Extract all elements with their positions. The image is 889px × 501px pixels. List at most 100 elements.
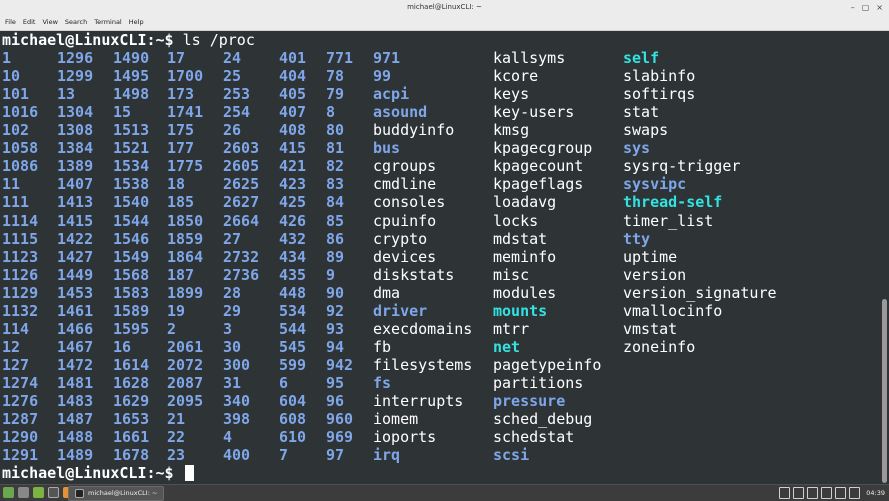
menu-edit[interactable]: Edit — [23, 18, 36, 26]
proc-entry-11: 11 — [2, 175, 21, 194]
proc-entry-89: 89 — [326, 247, 345, 266]
proc-entry-1488: 1488 — [57, 428, 94, 447]
proc-entry-254: 254 — [223, 103, 251, 122]
taskbar-launchers — [3, 487, 74, 498]
shield-icon[interactable] — [807, 487, 819, 499]
menu-icon[interactable] — [3, 487, 14, 498]
menu-help[interactable]: Help — [129, 18, 144, 26]
proc-entry-sys: sys — [623, 139, 651, 158]
proc-entry-1291: 1291 — [2, 446, 39, 465]
taskbar-terminal-task[interactable]: michael@LinuxCLI: ~ — [68, 486, 165, 501]
proc-entry-zoneinfo: zoneinfo — [623, 337, 696, 356]
proc-entry-415: 415 — [279, 139, 307, 158]
battery-icon[interactable] — [849, 487, 861, 499]
proc-entry-1583: 1583 — [113, 283, 150, 302]
proc-entry-1775: 1775 — [167, 157, 204, 176]
clock[interactable]: 04:39 — [866, 489, 885, 497]
proc-entry-1629: 1629 — [113, 392, 150, 410]
proc-entry-401: 401 — [279, 49, 307, 68]
proc-entry-398: 398 — [223, 410, 251, 429]
network-icon[interactable] — [821, 487, 833, 499]
proc-entry-407: 407 — [279, 103, 307, 122]
close-icon[interactable]: × — [876, 3, 883, 12]
maximize-icon[interactable]: ▢ — [862, 3, 870, 12]
proc-entry-78: 78 — [326, 67, 345, 86]
proc-entry-4: 4 — [223, 428, 233, 447]
proc-entry-12: 12 — [2, 337, 21, 356]
proc-entry-1544: 1544 — [113, 211, 150, 230]
proc-entry-960: 960 — [326, 410, 354, 429]
terminal-task-icon — [75, 489, 84, 498]
proc-entry-1589: 1589 — [113, 301, 150, 320]
current-prompt-line: michael@LinuxCLI:~$ — [2, 464, 194, 482]
proc-entry-19: 19 — [167, 301, 186, 320]
terminal-output[interactable]: michael@LinuxCLI:~$ ls /proc 1 10 101 1016 1… — [0, 31, 880, 484]
menu-terminal[interactable]: Terminal — [94, 18, 121, 26]
proc-entry-1123: 1123 — [2, 247, 39, 266]
tray-icon-1[interactable] — [779, 487, 791, 499]
proc-entry-filesystems: filesystems — [373, 355, 473, 374]
proc-entry-1495: 1495 — [113, 67, 150, 86]
proc-entry-scsi: scsi — [493, 446, 530, 465]
proc-entry-kpageflags: kpageflags — [493, 175, 584, 194]
proc-entry-2: 2 — [167, 319, 177, 338]
volume-icon[interactable] — [835, 487, 847, 499]
proc-entry-1453: 1453 — [57, 283, 94, 302]
proc-entry-diskstats: diskstats — [373, 265, 455, 284]
proc-entry-99: 99 — [373, 67, 392, 86]
proc-entry-vmallocinfo: vmallocinfo — [623, 301, 723, 320]
proc-entry-pressure: pressure — [493, 392, 566, 410]
title-bar[interactable]: michael@LinuxCLI: ~ – ▢ × — [0, 0, 889, 18]
proc-entry-1: 1 — [2, 49, 12, 68]
proc-entry-1389: 1389 — [57, 157, 94, 176]
menu-search[interactable]: Search — [65, 18, 87, 26]
proc-entry-mounts: mounts — [493, 301, 548, 320]
proc-entry-1538: 1538 — [113, 175, 150, 194]
proc-entry-1287: 1287 — [2, 410, 39, 429]
minimize-icon[interactable]: – — [851, 3, 855, 12]
proc-entry-fb: fb — [373, 337, 392, 356]
proc-entry-101: 101 — [2, 85, 30, 104]
scrollbar[interactable] — [880, 31, 889, 484]
proc-entry-misc: misc — [493, 265, 530, 284]
proc-entry-24: 24 — [223, 49, 242, 68]
proc-entry-devices: devices — [373, 247, 437, 266]
prompt-suffix: :~$ — [146, 31, 183, 49]
proc-entry-timer_list: timer_list — [623, 211, 714, 230]
proc-entry-1614: 1614 — [113, 355, 150, 374]
proc-entry-1661: 1661 — [113, 428, 150, 447]
tray-icon-2[interactable] — [793, 487, 805, 499]
proc-entry-1058: 1058 — [2, 139, 39, 158]
proc-entry-2061: 2061 — [167, 337, 204, 356]
proc-entry-1700: 1700 — [167, 67, 204, 86]
proc-entry-bus: bus — [373, 139, 401, 158]
terminal-launcher-icon[interactable] — [48, 487, 59, 498]
show-desktop-icon[interactable] — [18, 487, 29, 498]
proc-entry-consoles: consoles — [373, 193, 446, 212]
files-icon[interactable] — [33, 487, 44, 498]
proc-entry-29: 29 — [223, 301, 242, 320]
proc-entry-81: 81 — [326, 139, 345, 158]
proc-entry-1653: 1653 — [113, 410, 150, 429]
proc-entry-82: 82 — [326, 157, 345, 176]
prompt-user-host: michael@LinuxCLI — [2, 31, 147, 49]
proc-entry-cmdline: cmdline — [373, 175, 437, 194]
proc-entry-1521: 1521 — [113, 139, 150, 158]
proc-entry-1413: 1413 — [57, 193, 94, 212]
proc-entry-15: 15 — [113, 103, 132, 122]
scrollbar-thumb[interactable] — [882, 299, 887, 483]
proc-entry-mdstat: mdstat — [493, 229, 548, 248]
proc-entry-1274: 1274 — [2, 373, 39, 392]
proc-entry-1678: 1678 — [113, 446, 150, 465]
proc-entry-kallsyms: kallsyms — [493, 49, 566, 68]
proc-entry-1549: 1549 — [113, 247, 150, 266]
proc-entry-2627: 2627 — [223, 193, 260, 212]
menu-file[interactable]: File — [5, 18, 16, 26]
proc-entry-405: 405 — [279, 85, 307, 104]
proc-entry-425: 425 — [279, 193, 307, 212]
menu-view[interactable]: View — [42, 18, 57, 26]
proc-entry-1568: 1568 — [113, 265, 150, 284]
proc-entry-interrupts: interrupts — [373, 392, 464, 410]
proc-entry-545: 545 — [279, 337, 307, 356]
proc-entry-2605: 2605 — [223, 157, 260, 176]
